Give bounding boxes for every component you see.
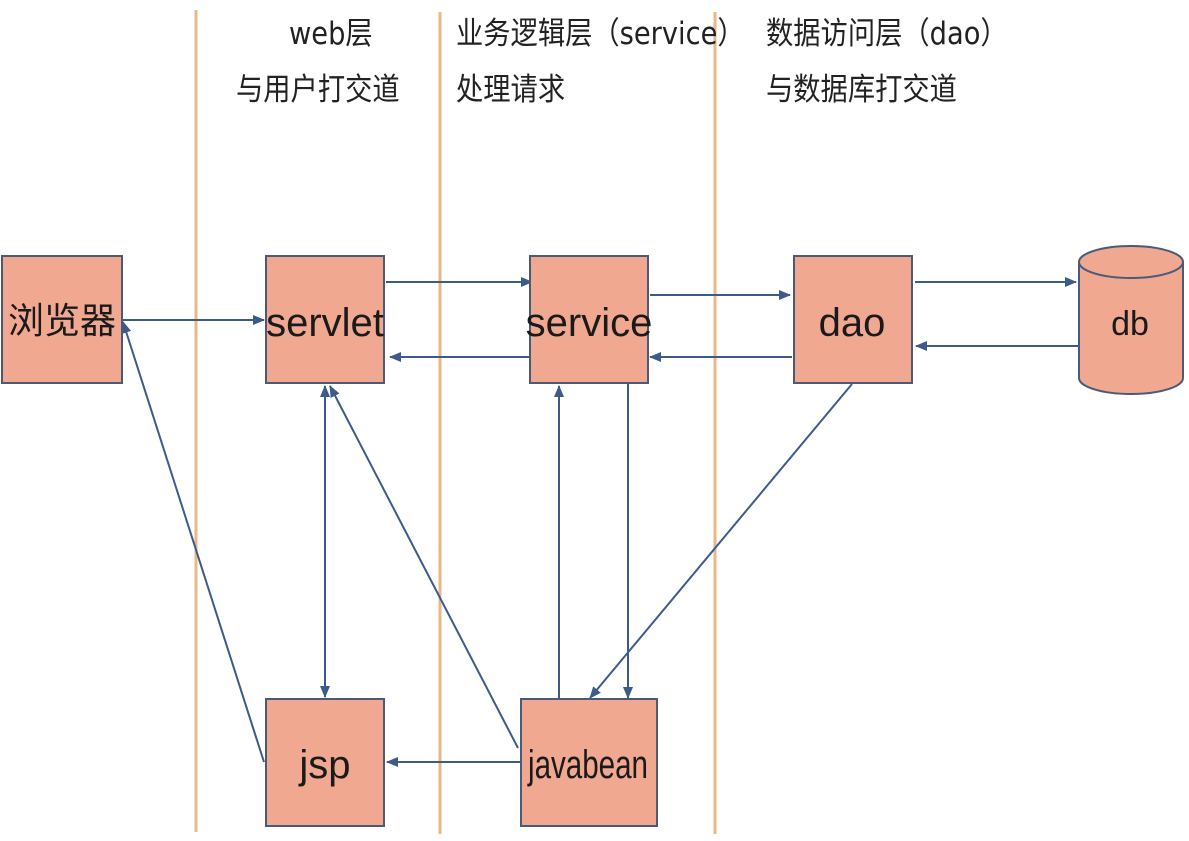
node-dao-label: dao [819,301,886,345]
web-layer-title: web层 [289,16,373,52]
node-service-label: service [526,301,653,345]
arrow-dao-to-javabean [589,383,853,699]
node-servlet-label: servlet [266,301,384,345]
node-db-label: db [1111,305,1149,343]
service-layer-subtitle: 处理请求 [456,72,566,108]
arrow-jsp-to-browser [121,321,265,763]
architecture-diagram: 浏览器 servlet service dao db jsp javabean [1,10,1184,834]
node-browser-label: 浏览器 [8,301,116,342]
dao-layer-title: 数据访问层（dao） [766,16,1008,52]
service-layer-title: 业务逻辑层（service） [456,16,745,52]
arrow-javabean-to-servlet [329,385,519,749]
node-javabean: javabean [520,698,658,827]
node-dao: dao [793,255,913,384]
node-service: service [526,255,653,384]
node-db: db [1078,245,1184,395]
node-browser: 浏览器 [1,255,123,384]
node-jsp: jsp [265,698,385,827]
web-layer-subtitle: 与用户打交道 [236,72,400,108]
node-jsp-label: jsp [298,743,350,787]
node-javabean-label: javabean [527,743,648,787]
node-servlet: servlet [265,255,385,384]
dao-layer-subtitle: 与数据库打交道 [766,72,957,108]
